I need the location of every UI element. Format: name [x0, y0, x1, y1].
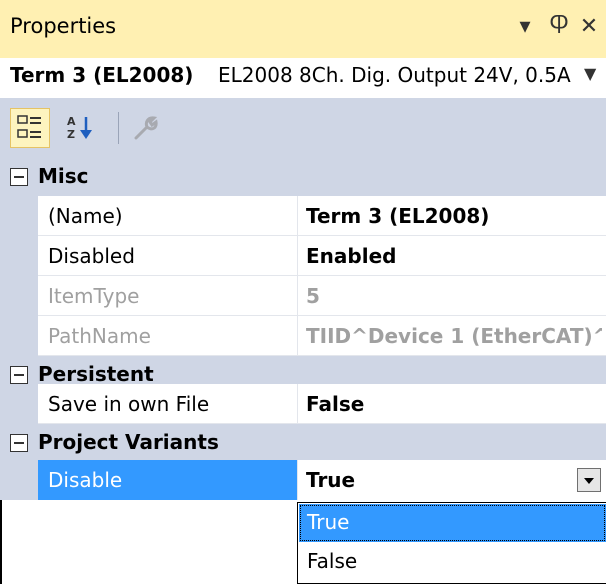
property-row-disabled[interactable]: Disabled Enabled [0, 236, 606, 276]
chevron-down-icon[interactable]: ▼ [584, 64, 596, 83]
alphabetical-button[interactable]: A Z [60, 108, 100, 148]
property-row-pathname[interactable]: PathName TIID^Device 1 (EtherCAT)^ [0, 316, 606, 356]
property-value[interactable]: Enabled [306, 244, 602, 268]
property-name: Save in own File [48, 392, 210, 416]
categorized-icon [17, 115, 41, 138]
property-name: PathName [48, 324, 151, 348]
property-name: Disable [48, 468, 123, 492]
close-icon[interactable]: ✕ [576, 12, 602, 42]
collapse-icon[interactable] [10, 168, 28, 186]
svg-text:A: A [67, 115, 76, 128]
property-row-name[interactable]: (Name) Term 3 (EL2008) [0, 196, 606, 236]
property-name: (Name) [48, 204, 123, 228]
dropdown-button[interactable] [577, 468, 601, 492]
wrench-icon [134, 116, 158, 140]
property-name: Disabled [48, 244, 135, 268]
property-value[interactable]: Term 3 (EL2008) [306, 204, 602, 228]
grid-left-border [0, 500, 2, 584]
categorized-button[interactable] [10, 108, 50, 148]
category-label: Misc [38, 164, 89, 188]
category-project-variants[interactable]: Project Variants [0, 424, 606, 462]
panel-title: Properties [10, 14, 117, 38]
property-value[interactable]: False [306, 392, 602, 416]
svg-text:Z: Z [67, 128, 75, 141]
collapse-icon[interactable] [10, 366, 28, 384]
dropdown-arrow-icon[interactable]: ▾ [512, 12, 538, 42]
property-value-select[interactable]: True [306, 468, 566, 492]
category-misc[interactable]: Misc [0, 158, 606, 196]
property-value: 5 [306, 284, 320, 308]
object-selector[interactable]: Term 3 (EL2008) EL2008 8Ch. Dig. Output … [0, 58, 606, 98]
category-label: Project Variants [38, 430, 219, 454]
dropdown-option-false[interactable]: False [299, 543, 606, 581]
property-row-save-in-own-file[interactable]: Save in own File False [0, 384, 606, 424]
toolbar-separator [118, 112, 119, 144]
object-name: Term 3 (EL2008) [10, 63, 194, 87]
pin-icon[interactable]: Ⴔ [546, 12, 572, 42]
alphabetical-icon: A Z [67, 115, 92, 141]
property-pages-button[interactable] [126, 108, 166, 148]
property-row-disable[interactable]: Disable True [0, 460, 606, 500]
dropdown-list[interactable]: True False [297, 502, 606, 584]
property-value: TIID^Device 1 (EtherCAT)^ [306, 324, 602, 348]
collapse-icon[interactable] [10, 434, 28, 452]
dropdown-option-true[interactable]: True [299, 504, 606, 542]
category-label: Persistent [38, 362, 154, 386]
properties-titlebar: Properties ▾ Ⴔ ✕ [0, 0, 606, 58]
properties-toolbar: A Z [0, 98, 606, 158]
property-row-itemtype[interactable]: ItemType 5 [0, 276, 606, 316]
object-description: EL2008 8Ch. Dig. Output 24V, 0.5A [218, 63, 571, 87]
property-name: ItemType [48, 284, 140, 308]
